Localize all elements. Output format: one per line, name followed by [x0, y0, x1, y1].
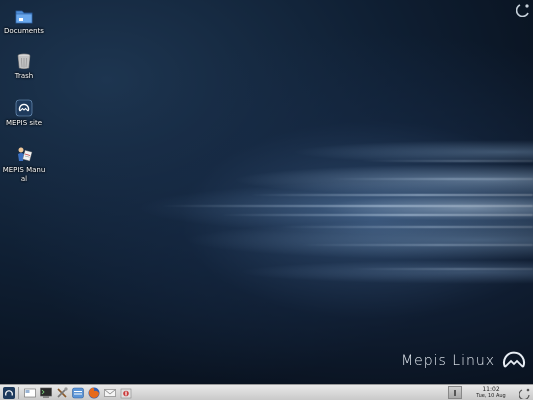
wallpaper-streak [300, 244, 533, 246]
desktop-icon-mepis-site[interactable]: MEPIS site [2, 99, 46, 128]
desktop-icon-trash[interactable]: Trash [2, 52, 46, 81]
brand-text: Mepis Linux [401, 353, 495, 369]
system-tray-icon[interactable] [448, 386, 462, 399]
software-icon[interactable] [119, 386, 133, 400]
tools-icon[interactable] [55, 386, 69, 400]
wallpaper-streak [220, 214, 533, 216]
taskbar-separator [18, 386, 19, 399]
desktop-toolbox-icon[interactable] [515, 2, 530, 18]
taskbar: 11:02 Tue, 10 Aug [0, 384, 533, 400]
file-manager-icon[interactable] [71, 386, 85, 400]
panel-toolbox-icon[interactable] [518, 386, 532, 400]
desktop-icon-label: Documents [4, 27, 44, 35]
mepis-site-icon [15, 99, 33, 117]
wallpaper-streak [360, 160, 533, 162]
mepis-logo-icon [503, 351, 525, 368]
mepis-menu-icon[interactable] [2, 386, 16, 400]
desktop-icon-mepis-manual[interactable]: MEPIS Manual [2, 146, 46, 184]
mepis-branding: Mepis Linux [401, 346, 527, 376]
wallpaper-streak [250, 194, 533, 196]
desktop-icon-label: MEPIS site [5, 119, 43, 127]
trash-icon [17, 53, 31, 70]
desktop-icon-documents[interactable]: Documents [2, 7, 46, 36]
wallpaper-streak [330, 178, 533, 180]
wallpaper-streak [160, 205, 533, 207]
mail-icon[interactable] [103, 386, 117, 400]
desktop-icon-label: MEPIS Manual [2, 166, 46, 183]
desktop-pager-icon[interactable] [23, 386, 37, 400]
wallpaper-streak [280, 226, 533, 228]
taskbar-clock[interactable]: 11:02 Tue, 10 Aug [464, 385, 518, 400]
firefox-icon[interactable] [87, 386, 101, 400]
desktop-icon-label: Trash [14, 72, 34, 80]
manual-icon [18, 147, 33, 162]
desktop: Documents Trash MEPIS site MEPIS Manual [0, 0, 533, 400]
wallpaper-streak [350, 268, 533, 270]
clock-date: Tue, 10 Aug [476, 392, 506, 399]
folder-icon [15, 10, 33, 24]
terminal-icon[interactable] [39, 386, 53, 400]
